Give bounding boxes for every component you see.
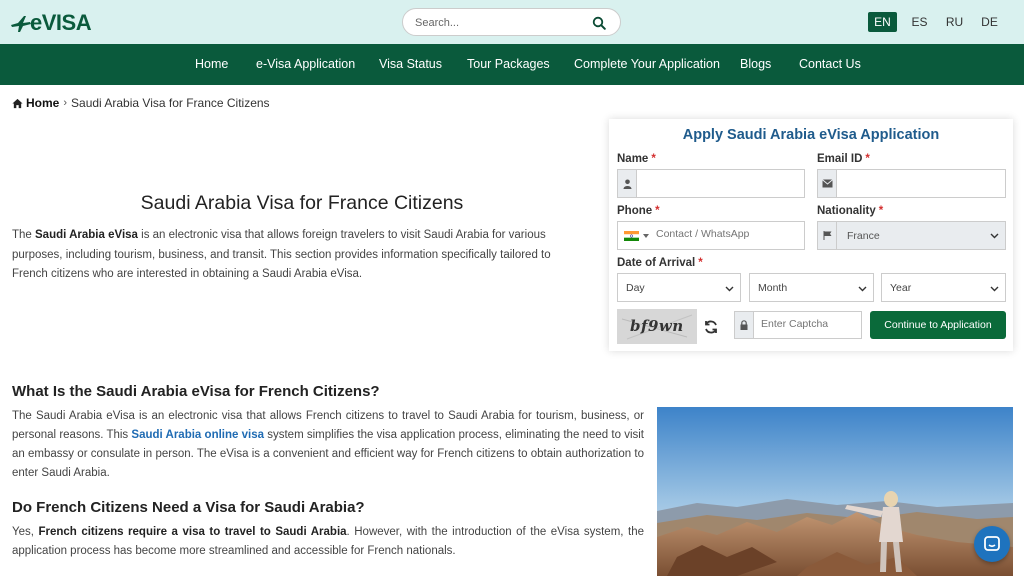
required-mark: *	[878, 205, 884, 217]
section1-paragraph: The Saudi Arabia eVisa is an electronic …	[12, 407, 644, 483]
day-select[interactable]: Day	[617, 273, 741, 302]
saudi-landscape-photo	[657, 407, 1013, 576]
required-mark: *	[655, 205, 660, 217]
name-input[interactable]	[644, 176, 794, 188]
captcha-input[interactable]	[761, 318, 856, 330]
required-mark: *	[698, 257, 703, 269]
refresh-captcha-icon[interactable]	[703, 319, 719, 335]
lang-en[interactable]: EN	[868, 12, 897, 32]
month-select-value: Month	[758, 282, 788, 294]
form-title: Apply Saudi Arabia eVisa Application	[682, 127, 940, 143]
nationality-value: France	[847, 230, 880, 242]
language-switcher: EN ES RU DE	[868, 12, 1007, 32]
breadcrumb-home-link[interactable]: Home	[26, 96, 59, 110]
year-select[interactable]: Year	[881, 273, 1006, 302]
flag-icon	[818, 222, 837, 249]
nav-evisa-application[interactable]: e-Visa Application	[256, 57, 355, 71]
nationality-label-text: Nationality	[817, 205, 876, 217]
main-nav: Home e-Visa Application Visa Status Tour…	[0, 44, 1024, 85]
captcha-image: bf9wn	[617, 309, 697, 344]
email-field	[817, 169, 1006, 198]
section2-paragraph: Yes, French citizens require a visa to t…	[12, 523, 644, 561]
nav-complete-application[interactable]: Complete Your Application	[574, 57, 720, 71]
logo-text: eVISA	[30, 10, 92, 35]
chevron-down-icon	[858, 286, 867, 292]
section2-text-before: Yes,	[12, 526, 39, 538]
breadcrumb: Home › Saudi Arabia Visa for France Citi…	[12, 96, 270, 110]
home-icon	[12, 98, 23, 108]
nationality-label: Nationality *	[817, 205, 883, 217]
email-input[interactable]	[844, 176, 994, 188]
phone-field	[617, 221, 805, 250]
required-mark: *	[865, 153, 870, 165]
search-input[interactable]	[415, 14, 585, 32]
saudi-arabia-online-visa-link[interactable]: Saudi Arabia online visa	[131, 429, 264, 441]
phone-label-text: Phone	[617, 205, 653, 217]
breadcrumb-current: Saudi Arabia Visa for France Citizens	[71, 96, 270, 110]
name-field	[617, 169, 805, 198]
india-flag-icon	[624, 231, 639, 241]
chevron-down-icon	[990, 286, 999, 292]
name-label-text: Name	[617, 153, 649, 165]
breadcrumb-separator: ›	[63, 97, 68, 109]
section2-bold: French citizens require a visa to travel…	[38, 526, 347, 538]
lang-ru[interactable]: RU	[937, 12, 972, 32]
captcha-field	[734, 311, 862, 339]
lang-es[interactable]: ES	[902, 12, 937, 32]
captcha-text: bf9wn	[630, 317, 684, 335]
section2-heading: Do French Citizens Need a Visa for Saudi…	[12, 499, 365, 516]
name-label: Name *	[617, 153, 656, 165]
arrival-label-text: Date of Arrival	[617, 257, 696, 269]
required-mark: *	[651, 153, 656, 165]
top-bar: eVISA EN ES RU DE	[0, 0, 1024, 44]
intro-paragraph: The Saudi Arabia eVisa is an electronic …	[12, 226, 572, 285]
chevron-down-icon	[990, 233, 999, 239]
search-icon[interactable]	[592, 16, 606, 30]
phone-input[interactable]	[656, 228, 796, 240]
page-title: Saudi Arabia Visa for France Citizens	[140, 192, 464, 214]
nationality-select[interactable]: France	[817, 221, 1006, 250]
day-select-value: Day	[626, 282, 645, 294]
continue-to-application-button[interactable]: Continue to Application	[870, 311, 1006, 339]
email-label: Email ID *	[817, 153, 870, 165]
lang-de[interactable]: DE	[972, 12, 1007, 32]
envelope-icon	[818, 170, 837, 197]
user-icon	[618, 170, 637, 197]
arrival-label: Date of Arrival *	[617, 257, 703, 269]
intro-bold: Saudi Arabia eVisa	[35, 229, 138, 241]
search-box	[402, 8, 621, 36]
nav-home[interactable]: Home	[195, 57, 228, 71]
section1-heading: What Is the Saudi Arabia eVisa for Frenc…	[12, 383, 380, 400]
nav-tour-packages[interactable]: Tour Packages	[467, 57, 550, 71]
email-label-text: Email ID	[817, 153, 863, 165]
nav-blogs[interactable]: Blogs	[740, 57, 771, 71]
chat-widget-button[interactable]	[974, 526, 1010, 562]
country-flag-dropdown[interactable]	[624, 231, 649, 241]
chevron-down-icon	[725, 286, 734, 292]
phone-label: Phone *	[617, 205, 660, 217]
year-select-value: Year	[890, 282, 912, 294]
nav-contact-us[interactable]: Contact Us	[799, 57, 861, 71]
month-select[interactable]: Month	[749, 273, 874, 302]
chat-icon	[984, 536, 1000, 551]
nav-visa-status[interactable]: Visa Status	[379, 57, 442, 71]
lock-icon	[735, 312, 754, 338]
site-logo[interactable]: eVISA	[10, 10, 92, 35]
plane-icon	[11, 16, 31, 32]
caret-down-icon	[643, 234, 649, 238]
intro-prefix: The	[12, 229, 36, 241]
